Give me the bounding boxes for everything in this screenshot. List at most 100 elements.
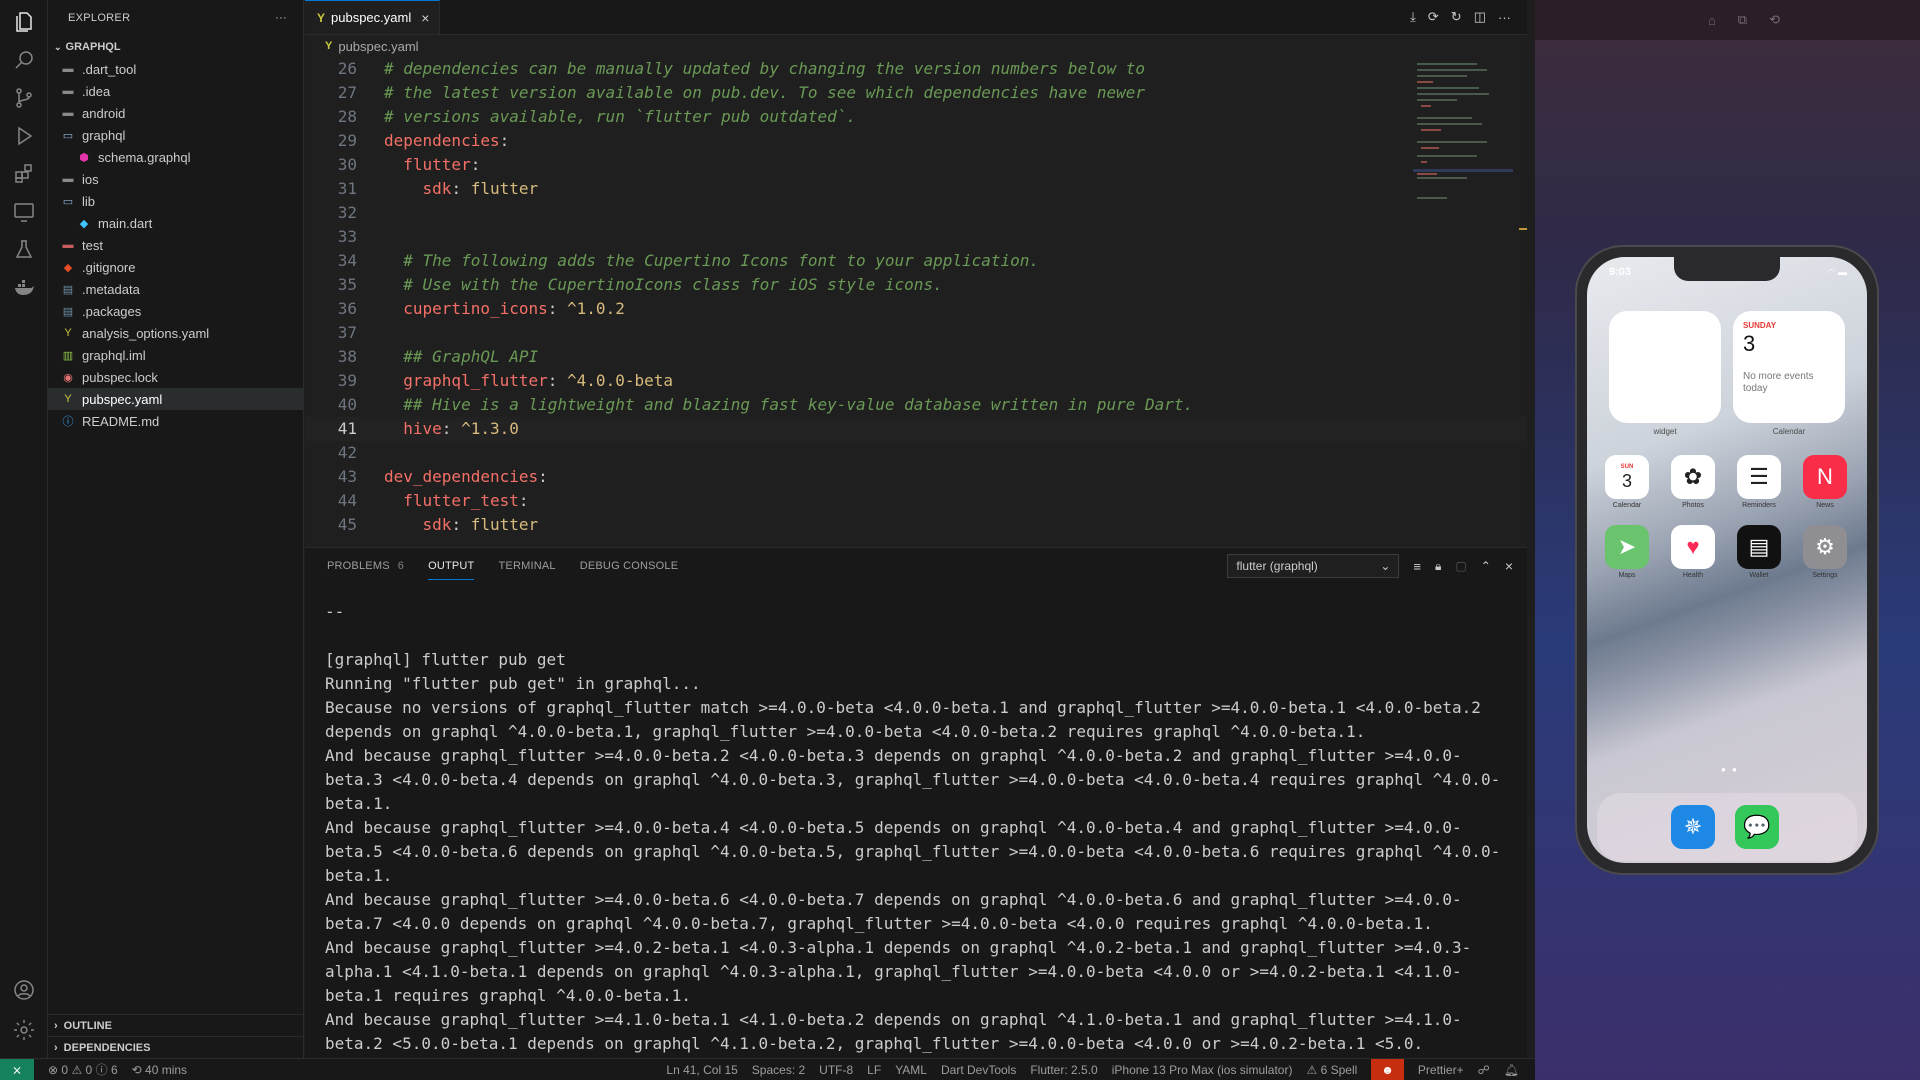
split-editor-icon[interactable]: ◫ [1474,9,1486,25]
dart-devtools[interactable]: Dart DevTools [941,1063,1016,1077]
maps-icon[interactable]: ➤ [1605,525,1649,569]
tree-item-idea[interactable]: ▬ .idea [48,80,303,102]
language-mode[interactable]: YAML [895,1063,927,1077]
calendar-widget[interactable]: SUNDAY 3 No more events today [1733,311,1845,423]
code-line[interactable]: 37 [305,321,1527,345]
panel-tab-output[interactable]: OUTPUT [428,548,475,584]
code-line[interactable]: 45 sdk: flutter [305,513,1527,537]
cursor-position[interactable]: Ln 41, Col 15 [666,1063,737,1077]
encoding[interactable]: UTF-8 [819,1063,853,1077]
tab-pubspec-yaml[interactable]: Y pubspec.yaml × [305,0,441,34]
panel-tab-debug-console[interactable]: DEBUG CONSOLE [580,548,679,584]
refresh-icon[interactable]: ⟳ [1428,9,1439,25]
account-icon[interactable] [12,978,36,1002]
tree-item-graphql-iml[interactable]: ▥ graphql.iml [48,344,303,366]
tree-item-packages[interactable]: ▤ .packages [48,300,303,322]
error-lens-icon[interactable]: ☻ [1371,1059,1404,1080]
tree-item-lib[interactable]: ▭ lib [48,190,303,212]
safari-icon[interactable]: ✵ [1671,805,1715,849]
settings-gear-icon[interactable] [12,1018,36,1042]
code-line[interactable]: 35 # Use with the CupertinoIcons class f… [305,273,1527,297]
workspace-root[interactable]: ⌄ GRAPHQL [48,36,303,58]
spell-status[interactable]: ⚠ 6 Spell [1306,1063,1357,1077]
code-line[interactable]: 33 [305,225,1527,249]
time-tracker[interactable]: ⟲ 40 mins [132,1063,187,1077]
code-line[interactable]: 43 dev_dependencies: [305,465,1527,489]
search-icon[interactable] [12,48,36,72]
device-selector[interactable]: iPhone 13 Pro Max (ios simulator) [1112,1063,1293,1077]
breadcrumb-file[interactable]: pubspec.yaml [338,39,418,54]
explorer-more-icon[interactable]: ··· [275,12,287,24]
feedback-icon[interactable]: ☍ [1478,1063,1490,1077]
output-log[interactable]: -- [graphql] flutter pub get Running "fl… [325,600,1515,1056]
home-screen[interactable]: 9:03 ◠ ▬ widget SUNDAY 3 No more events … [1587,257,1867,863]
extensions-icon[interactable] [12,162,36,186]
calendar-icon[interactable]: SUN 3 [1605,455,1649,499]
tree-item-main-dart[interactable]: ◆ main.dart [48,212,303,234]
clear-output-icon[interactable]: ≡ [1413,559,1421,574]
settings-icon[interactable]: ⚙ [1803,525,1847,569]
line-ending[interactable]: LF [867,1063,881,1077]
source-control-icon[interactable] [12,86,36,110]
prettier-status[interactable]: Prettier+ [1418,1063,1464,1077]
testing-icon[interactable] [12,238,36,262]
docker-icon[interactable] [12,276,36,300]
rotate-icon[interactable]: ⟲ [1769,12,1780,28]
dependencies-section[interactable]: › DEPENDENCIES [48,1036,304,1058]
chevron-up-icon[interactable]: ⌃ [1481,559,1491,573]
tree-item-metadata[interactable]: ▤ .metadata [48,278,303,300]
code-line[interactable]: 36 cupertino_icons: ^1.0.2 [305,297,1527,321]
minimap[interactable] [1413,57,1513,257]
code-editor[interactable]: 26 # dependencies can be manually updated… [305,57,1527,546]
notifications-icon[interactable]: 🔔︎ [1504,1063,1519,1077]
page-indicator[interactable]: ● ● [1721,765,1739,774]
code-line[interactable]: 31 sdk: flutter [305,177,1527,201]
download-icon[interactable]: ⤓ [1410,9,1416,25]
tree-item-pubspec-yaml[interactable]: Ypubspec.yaml [48,388,303,410]
remote-explorer-icon[interactable] [12,200,36,224]
tree-item-dart-tool[interactable]: ▬ .dart_tool [48,58,303,80]
reminders-icon[interactable]: ☰ [1737,455,1781,499]
code-line[interactable]: 30 flutter: [305,153,1527,177]
remote-indicator[interactable]: ⨯ [0,1058,34,1080]
lock-icon[interactable]: 🔒︎ [1435,559,1441,574]
tree-item-analysis-options-yaml[interactable]: Yanalysis_options.yaml [48,322,303,344]
code-line[interactable]: 44 flutter_test: [305,489,1527,513]
explorer-icon[interactable] [12,10,36,34]
restart-icon[interactable]: ↻ [1451,9,1462,25]
tree-item-readme-md[interactable]: ⓘ README.md [48,410,303,432]
code-line[interactable]: 42 [305,441,1527,465]
indentation[interactable]: Spaces: 2 [752,1063,805,1077]
panel-tab-problems[interactable]: PROBLEMS 6 [327,548,404,584]
tree-item-ios[interactable]: ▬ ios [48,168,303,190]
home-icon[interactable]: ⌂ [1708,13,1716,28]
flutter-widget[interactable] [1609,311,1721,423]
news-icon[interactable]: N [1803,455,1847,499]
messages-icon[interactable]: 💬 [1735,805,1779,849]
photos-icon[interactable]: ✿ [1671,455,1715,499]
code-line[interactable]: 38 ## GraphQL API [305,345,1527,369]
tree-item-test[interactable]: ▬ test [48,234,303,256]
code-line[interactable]: 32 [305,201,1527,225]
output-channel-select[interactable]: flutter (graphql) ⌄ [1227,554,1400,578]
tree-item-graphql[interactable]: ▭ graphql [48,124,303,146]
code-line[interactable]: 39 graphql_flutter: ^4.0.0-beta [305,369,1527,393]
close-panel-icon[interactable]: × [1505,558,1513,574]
tree-item-android[interactable]: ▬ android [48,102,303,124]
panel-tab-terminal[interactable]: TERMINAL [498,548,555,584]
code-line[interactable]: 40 ## Hive is a lightweight and blazing … [305,393,1527,417]
wallet-icon[interactable]: ▤ [1737,525,1781,569]
more-actions-icon[interactable]: ··· [1498,10,1511,25]
code-line[interactable]: 29 dependencies: [305,129,1527,153]
problems-status[interactable]: ⊗ 0 ⚠ 0 ⓘ 6 [48,1061,118,1078]
outline-section[interactable]: › OUTLINE [48,1014,304,1036]
tree-item-schema-graphql[interactable]: ⬢ schema.graphql [48,146,303,168]
code-line[interactable]: 26 # dependencies can be manually updated… [305,57,1527,81]
tree-item-gitignore[interactable]: ◆ .gitignore [48,256,303,278]
maximize-panel-icon[interactable]: ▢ [1455,559,1466,573]
code-line[interactable]: 28 # versions available, run `flutter pub… [305,105,1527,129]
tree-item-pubspec-lock[interactable]: ◉ pubspec.lock [48,366,303,388]
code-line[interactable]: 27 # the latest version available on pub.… [305,81,1527,105]
flutter-version[interactable]: Flutter: 2.5.0 [1030,1063,1097,1077]
close-icon[interactable]: × [421,10,429,26]
